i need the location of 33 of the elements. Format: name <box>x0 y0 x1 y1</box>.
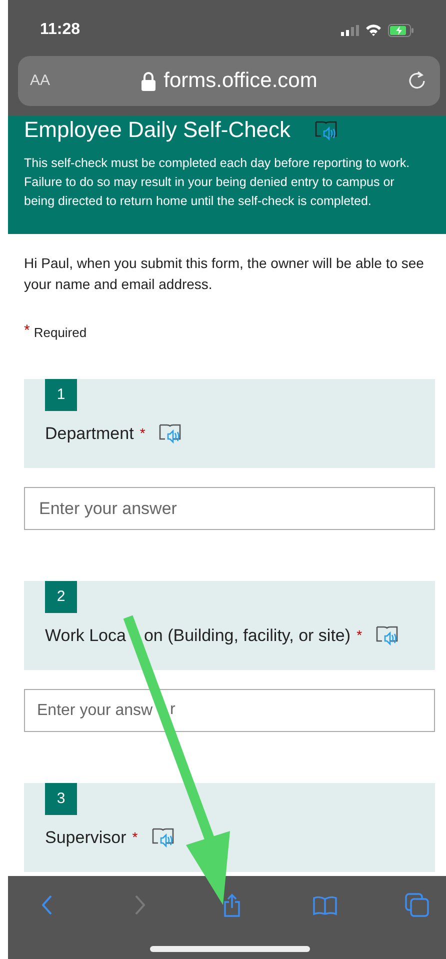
question-label: Department <box>45 424 134 444</box>
required-asterisk: * <box>24 323 30 339</box>
answer-field[interactable]: Enter your answer <box>24 487 435 530</box>
form-title: Employee Daily Self-Check <box>24 118 291 142</box>
question-label: Work Loca <box>45 626 126 646</box>
wifi-icon <box>365 24 382 36</box>
signal-icon <box>341 24 359 36</box>
required-asterisk: * <box>140 424 146 443</box>
question-number: 3 <box>45 783 77 815</box>
required-label: Required <box>34 324 87 342</box>
battery-icon <box>388 24 414 36</box>
immersive-reader-icon[interactable] <box>314 120 339 140</box>
status-time: 11:28 <box>40 20 80 40</box>
immersive-reader-icon[interactable] <box>159 423 184 444</box>
required-asterisk: * <box>356 626 362 645</box>
required-asterisk: * <box>132 828 138 847</box>
placeholder-text: r <box>170 700 176 720</box>
form-description: This self-check must be completed each day before reporting to work. Failure to do so may result in your being denied entry to campus or being directed to return home until the self-check is completed. <box>24 155 411 210</box>
back-icon <box>42 895 52 915</box>
question-number: 1 <box>45 379 77 411</box>
tabs-icon <box>405 893 429 917</box>
question-label: on (Building, facility, or site) <box>144 626 351 646</box>
forward-icon <box>134 895 144 915</box>
question-label: Supervisor <box>45 828 126 848</box>
notice-text: Hi Paul, when you submit this form, the owner will be able to see your name and email address. <box>23 254 425 294</box>
url-text: forms.office.com <box>164 68 318 94</box>
immersive-reader-icon[interactable] <box>152 827 176 848</box>
tabs-button[interactable] <box>402 890 432 920</box>
lock-icon <box>140 72 156 90</box>
question-number: 2 <box>45 581 77 613</box>
immersive-reader-icon[interactable] <box>376 625 400 646</box>
text-size-button[interactable]: AA <box>30 70 70 92</box>
address-bar[interactable]: AA forms.office.com <box>18 56 440 106</box>
